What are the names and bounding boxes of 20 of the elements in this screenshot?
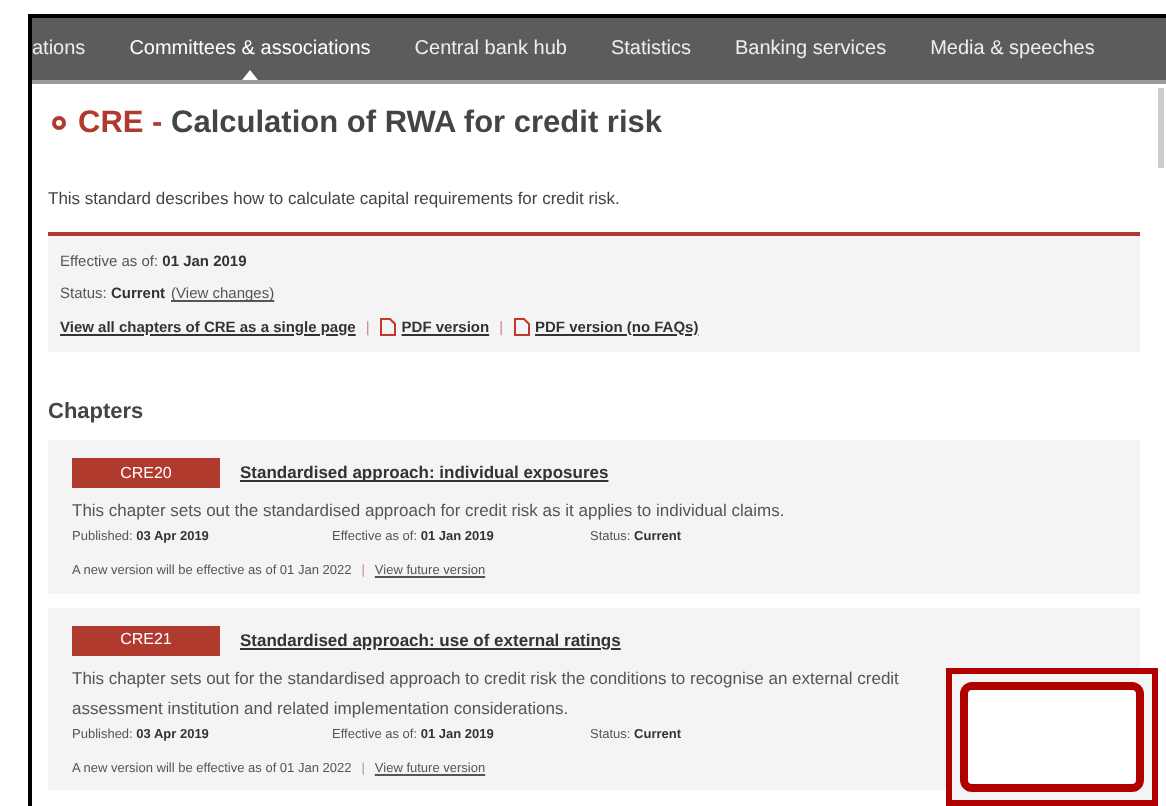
nav-item[interactable]: ations xyxy=(32,18,86,80)
chapters-heading: Chapters xyxy=(48,397,146,428)
chapter-description: This chapter sets out for the standardised approach to credit risk the conditions to recognise an external credit assessment institution and related implementation considerations. xyxy=(72,665,901,722)
nav-item[interactable]: Central bank hub xyxy=(414,18,567,80)
chapter-title-link[interactable]: Standardised approach: individual exposures xyxy=(240,460,609,487)
chapter-code-tag[interactable]: CRE21 xyxy=(72,625,220,656)
bullet-icon xyxy=(52,116,66,131)
nav-item[interactable]: Banking services xyxy=(734,18,887,80)
pdf-icon xyxy=(379,317,396,336)
chapter-code-tag[interactable]: CRE20 xyxy=(72,458,220,489)
scrollbar-thumb[interactable] xyxy=(1158,88,1164,168)
page-title: CRE - Calculation of RWA for credit risk xyxy=(78,104,662,144)
nav-item[interactable]: Media & speeches xyxy=(930,18,1095,80)
active-caret-icon xyxy=(241,70,258,80)
chapter-title-link[interactable]: Standardised approach: use of external ratings xyxy=(240,627,621,654)
pdf-icon xyxy=(513,317,530,336)
description: This standard describes how to calculate capital requirements for credit risk. xyxy=(48,186,622,212)
chapter-description: This chapter sets out the standardised approach for credit risk as it applies to individual claims. xyxy=(72,498,787,525)
nav-item[interactable]: Committees & associations xyxy=(129,18,371,80)
nav-item[interactable]: Statistics xyxy=(610,18,691,80)
